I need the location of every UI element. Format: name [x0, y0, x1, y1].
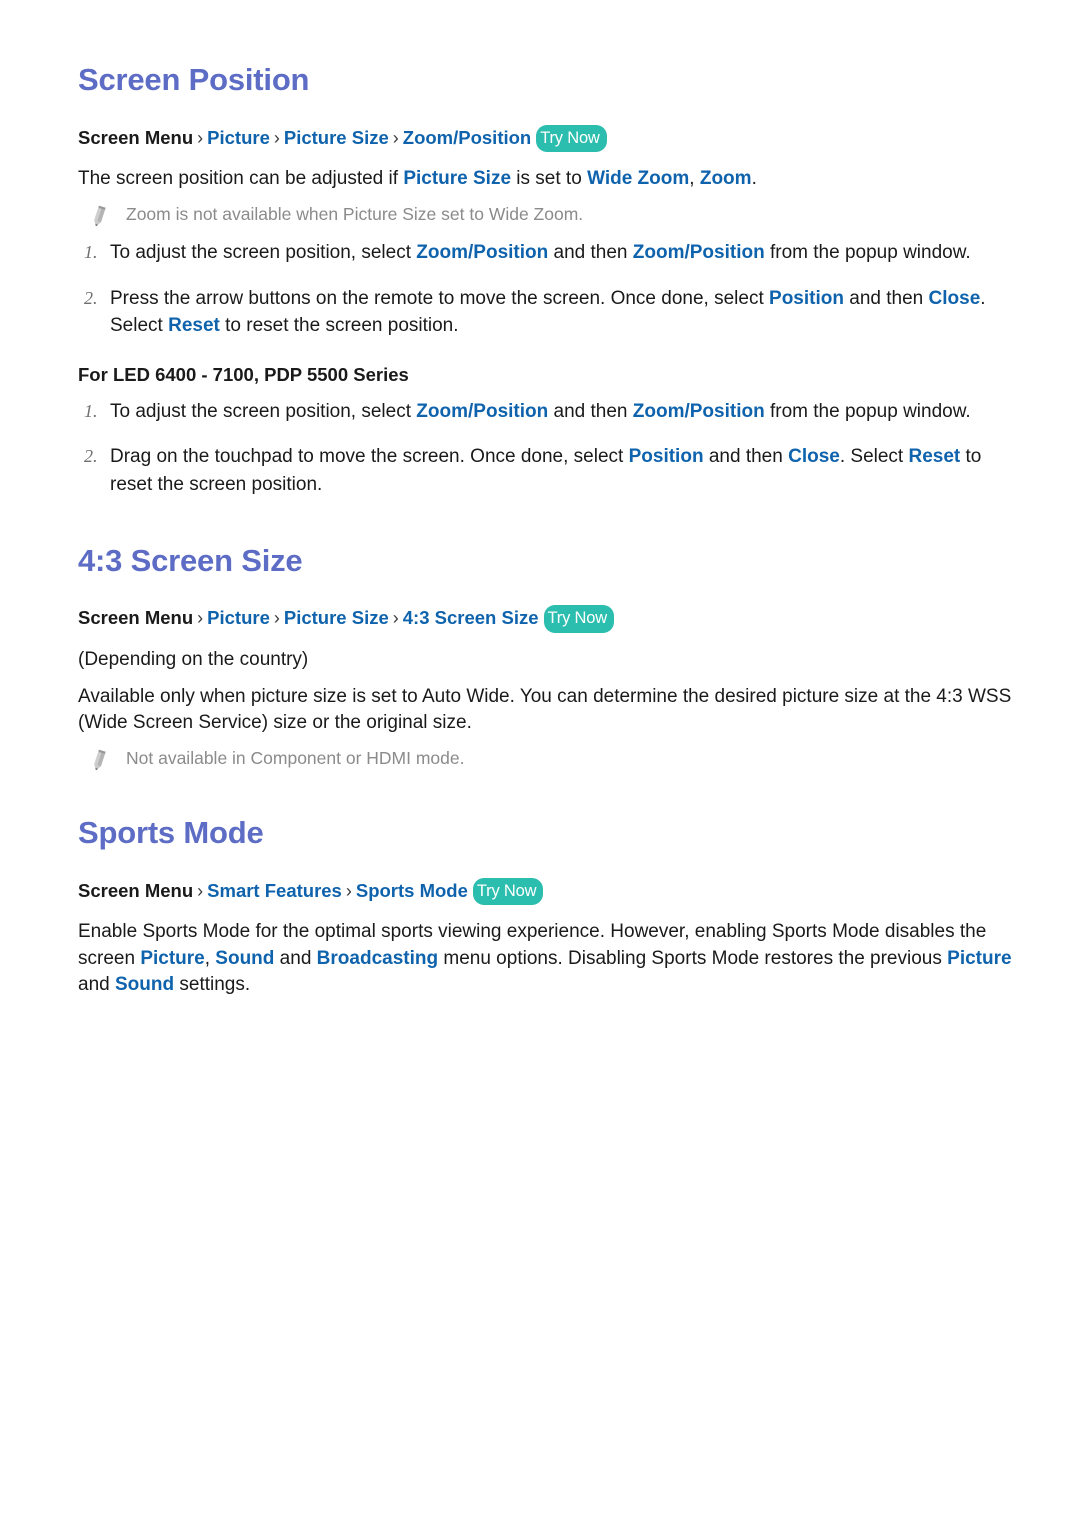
- sub-heading-led-series: For LED 6400 - 7100, PDP 5500 Series: [78, 364, 409, 385]
- breadcrumb-item-picture[interactable]: Picture: [207, 607, 270, 628]
- breadcrumb-root: Screen Menu: [78, 879, 194, 901]
- breadcrumb-sports-mode: Screen Menu › Smart Features › Sports Mode Tr…: [78, 877, 1018, 907]
- breadcrumb-root: Screen Menu: [78, 126, 194, 148]
- text-fragment: ,: [204, 947, 216, 969]
- keyword-zoom-position: Zoom/Position: [416, 400, 549, 422]
- text-fragment: to reset the screen position.: [219, 315, 459, 337]
- keyword-close: Close: [928, 287, 981, 309]
- breadcrumb-separator-icon: ›: [392, 127, 399, 148]
- note-text: Not available in Component or HDMI mode.: [126, 748, 465, 769]
- list-item: 1. To adjust the screen position, select…: [78, 239, 1018, 267]
- keyword-position: Position: [769, 287, 844, 309]
- step-number: 1.: [84, 400, 98, 421]
- steps-list-led-series: 1. To adjust the screen position, select…: [78, 398, 1018, 499]
- note-text: Zoom is not available when Picture Size …: [126, 204, 584, 225]
- keyword-reset: Reset: [168, 315, 220, 337]
- breadcrumb-43-screen-size: Screen Menu › Picture › Picture Size › 4:3 Scr…: [78, 604, 1018, 634]
- text-fragment: ,: [689, 168, 700, 190]
- depending-on-country-note: (Depending on the country): [78, 648, 309, 670]
- text-fragment: Drag on the touchpad to move the screen.…: [110, 446, 629, 468]
- text-fragment: Press the arrow buttons on the remote to…: [110, 287, 770, 309]
- text-fragment: and then: [843, 287, 929, 309]
- step-number: 2.: [84, 446, 98, 467]
- text-fragment: and: [78, 973, 115, 995]
- text-fragment: menu options. Disabling Sports Mode rest…: [438, 947, 948, 969]
- breadcrumb-root: Screen Menu: [78, 607, 194, 629]
- note-zoom-availability: Zoom is not available when Picture Size …: [88, 203, 1018, 227]
- text-fragment: The screen position can be adjusted if: [78, 168, 404, 190]
- paragraph-sports-mode: Enable Sports Mode for the optimal sport…: [78, 919, 1018, 998]
- breadcrumb-item-picture[interactable]: Picture: [207, 127, 270, 148]
- breadcrumb-separator-icon: ›: [345, 880, 352, 901]
- text-fragment: and then: [703, 446, 789, 468]
- keyword-zoom-position: Zoom/Position: [632, 242, 765, 264]
- breadcrumb-item-smart-features[interactable]: Smart Features: [207, 880, 342, 901]
- breadcrumb-separator-icon: ›: [197, 608, 204, 629]
- keyword-zoom-position: Zoom/Position: [416, 242, 549, 264]
- page-title-43-screen-size: 4:3 Screen Size: [78, 542, 303, 578]
- keyword-wide-zoom: Wide Zoom: [587, 168, 690, 190]
- text-fragment: To adjust the screen position, select: [110, 242, 417, 264]
- text-fragment: .: [751, 168, 757, 190]
- list-item: 2. Drag on the touchpad to move the scre…: [78, 443, 1018, 498]
- document-page: Screen Position Screen Menu › Picture › Pict…: [0, 0, 1080, 1527]
- keyword-picture-size: Picture Size: [403, 168, 512, 190]
- step-text: To adjust the screen position, select Zo…: [110, 239, 971, 267]
- page-title-sports-mode: Sports Mode: [78, 815, 264, 851]
- step-text: Drag on the touchpad to move the screen.…: [110, 443, 1000, 498]
- breadcrumb-item-picture-size[interactable]: Picture Size: [284, 127, 389, 148]
- section-sports-mode: Sports Mode Screen Menu › Smart Features › S…: [78, 815, 1018, 998]
- text-fragment: and then: [548, 400, 633, 422]
- section-screen-position: Screen Position Screen Menu › Picture › Pict…: [78, 62, 1018, 499]
- keyword-reset: Reset: [908, 446, 961, 468]
- breadcrumb-separator-icon: ›: [197, 127, 204, 148]
- keyword-position: Position: [628, 446, 704, 468]
- text-fragment: is set to: [511, 168, 588, 190]
- breadcrumb-separator-icon: ›: [273, 608, 280, 629]
- text-fragment: and: [274, 947, 317, 969]
- breadcrumb-item-picture-size[interactable]: Picture Size: [284, 607, 389, 628]
- keyword-sound: Sound: [215, 947, 275, 969]
- text-fragment: To adjust the screen position, select: [110, 400, 417, 422]
- try-now-badge[interactable]: Try Now: [536, 124, 607, 153]
- intro-paragraph-screen-position: The screen position can be adjusted if P…: [78, 166, 1018, 192]
- page-title-screen-position: Screen Position: [78, 62, 310, 97]
- keyword-sound: Sound: [114, 973, 175, 995]
- pencil-icon: [88, 749, 110, 773]
- breadcrumb-separator-icon: ›: [392, 608, 399, 629]
- section-43-screen-size: 4:3 Screen Size Screen Menu › Picture › Pict…: [78, 543, 1018, 772]
- keyword-close: Close: [788, 446, 840, 468]
- step-number: 1.: [84, 242, 98, 263]
- pencil-icon: [88, 205, 110, 229]
- breadcrumb-screen-position: Screen Menu › Picture › Picture Size › Zoom/Po…: [78, 124, 1018, 154]
- steps-list-default: 1. To adjust the screen position, select…: [78, 239, 1018, 340]
- keyword-zoom: Zoom: [699, 168, 752, 190]
- paragraph-43-screen-size: Available only when picture size is set …: [78, 685, 1012, 734]
- breadcrumb-separator-icon: ›: [273, 127, 280, 148]
- text-fragment: from the popup window.: [764, 242, 971, 264]
- step-number: 2.: [84, 287, 98, 308]
- try-now-badge[interactable]: Try Now: [472, 877, 544, 906]
- step-text: To adjust the screen position, select Zo…: [110, 398, 971, 426]
- breadcrumb-separator-icon: ›: [197, 880, 204, 901]
- list-item: 2. Press the arrow buttons on the remote…: [78, 285, 1018, 340]
- text-fragment: . Select: [839, 446, 909, 468]
- list-item: 1. To adjust the screen position, select…: [78, 398, 1018, 426]
- keyword-zoom-position: Zoom/Position: [632, 400, 765, 422]
- step-text: Press the arrow buttons on the remote to…: [110, 285, 1000, 340]
- try-now-badge[interactable]: Try Now: [543, 605, 614, 633]
- keyword-broadcasting: Broadcasting: [316, 947, 439, 969]
- breadcrumb-item-sports-mode[interactable]: Sports Mode: [356, 880, 468, 901]
- breadcrumb-item-zoom-position[interactable]: Zoom/Position: [403, 127, 531, 148]
- keyword-picture: Picture: [947, 947, 1012, 969]
- note-component-hdmi: Not available in Component or HDMI mode.: [88, 747, 1018, 771]
- text-fragment: from the popup window.: [764, 400, 971, 422]
- text-fragment: settings.: [174, 973, 251, 995]
- keyword-picture: Picture: [140, 947, 205, 969]
- text-fragment: and then: [548, 242, 633, 264]
- breadcrumb-item-43-screen-size[interactable]: 4:3 Screen Size: [403, 607, 539, 628]
